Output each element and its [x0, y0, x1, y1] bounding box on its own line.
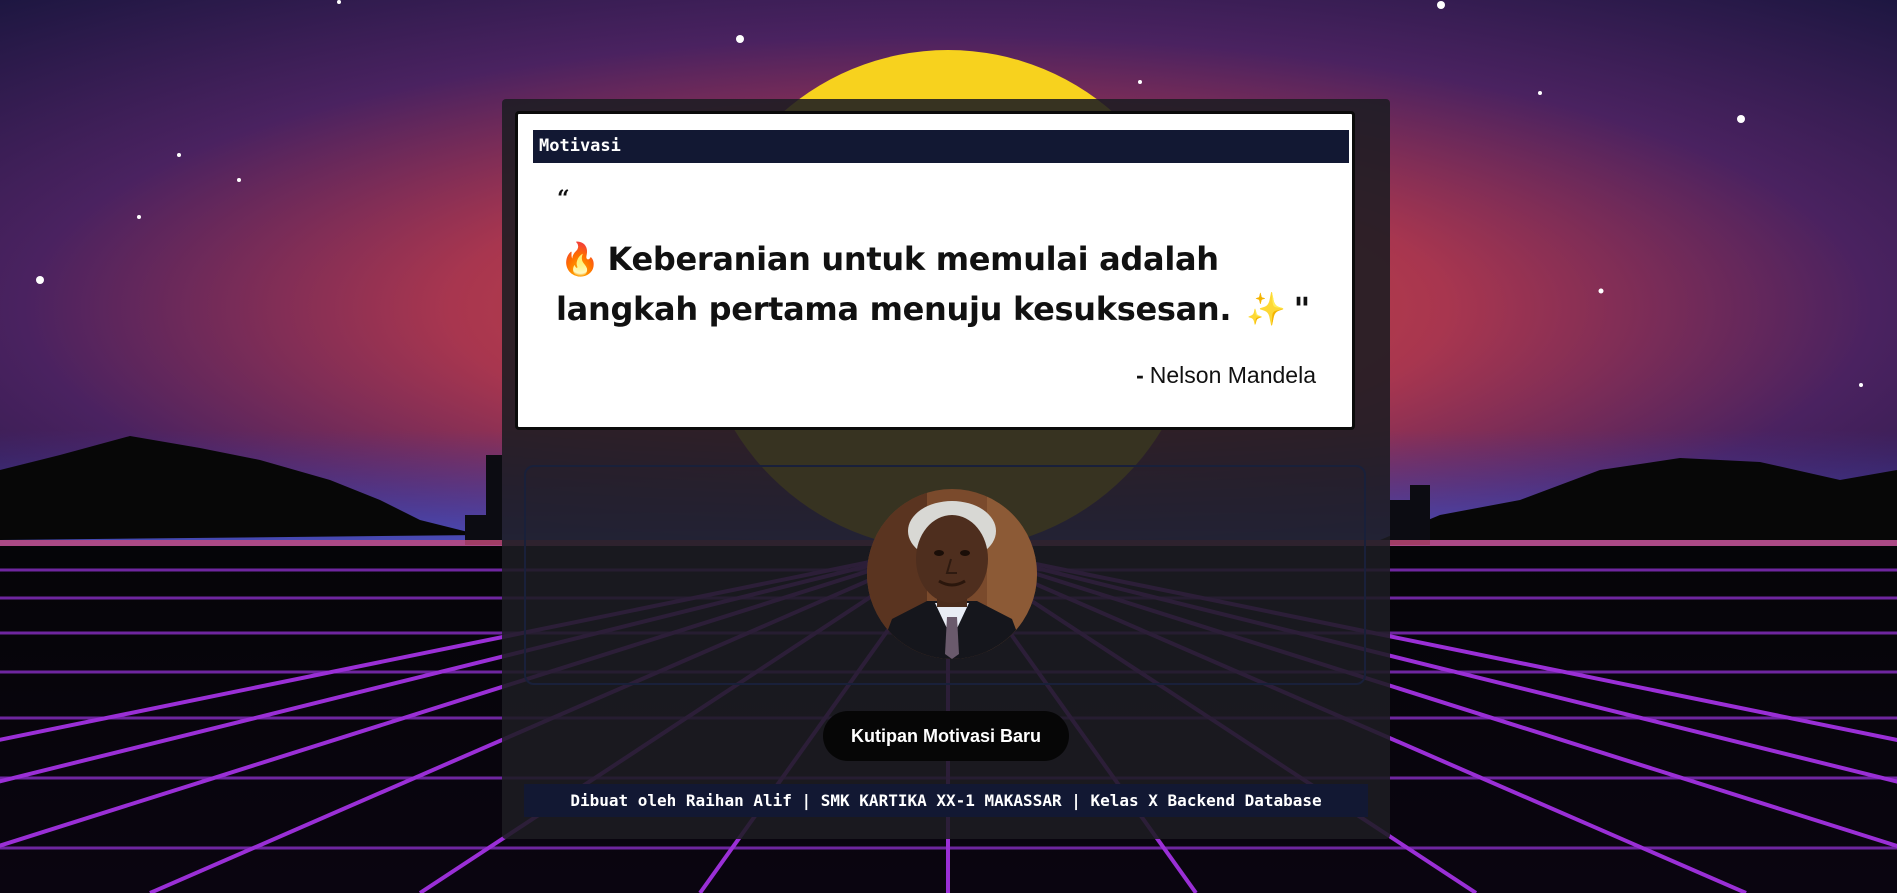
- open-quote-mark: “: [557, 186, 570, 212]
- author-avatar: [867, 489, 1037, 659]
- quote-header: Motivasi: [533, 130, 1349, 163]
- author-dash: -: [1136, 362, 1144, 388]
- footer-credit: Dibuat oleh Raihan Alif | SMK KARTIKA XX…: [524, 784, 1368, 817]
- quote-author: - Nelson Mandela: [1136, 362, 1316, 389]
- author-photo-frame: [524, 465, 1366, 685]
- close-quote-mark: ": [1293, 290, 1311, 328]
- quote-text: 🔥 Keberanian untuk memulai adalah langkah…: [556, 234, 1336, 334]
- fire-icon: 🔥: [560, 240, 600, 278]
- quote-box: Motivasi “ 🔥 Keberanian untuk memulai ada…: [515, 111, 1355, 430]
- quote-card: Motivasi “ 🔥 Keberanian untuk memulai ada…: [502, 99, 1390, 839]
- sparkles-icon: ✨: [1246, 290, 1286, 328]
- new-quote-button[interactable]: Kutipan Motivasi Baru: [823, 711, 1069, 761]
- author-name: Nelson Mandela: [1149, 362, 1316, 388]
- quote-body: Keberanian untuk memulai adalah langkah …: [556, 240, 1232, 328]
